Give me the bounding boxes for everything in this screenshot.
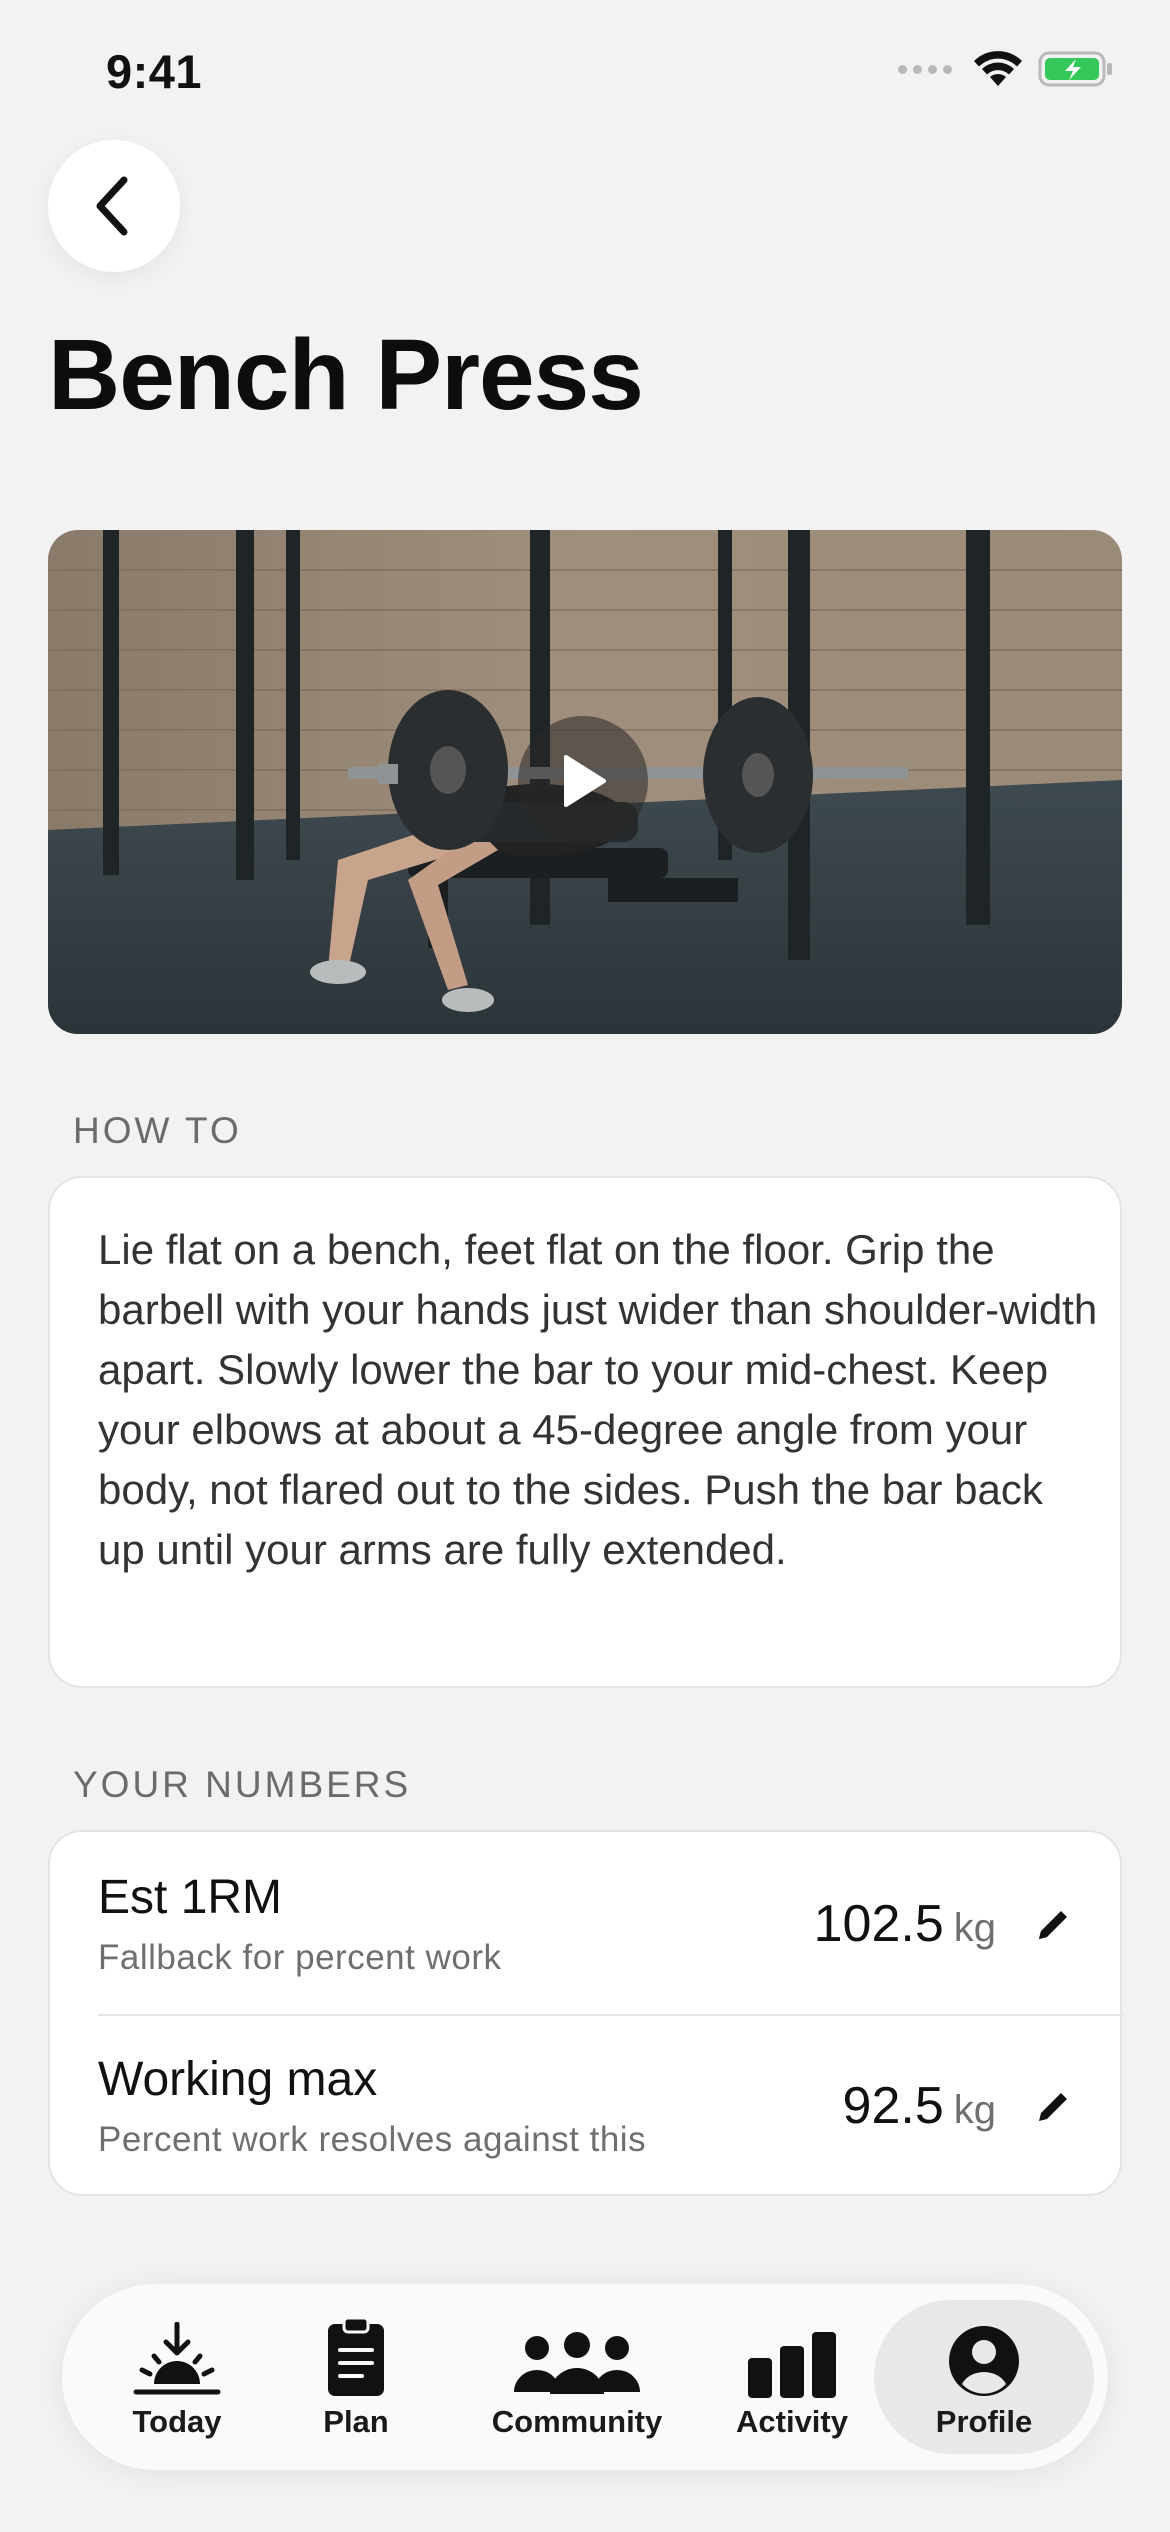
wifi-icon <box>974 51 1022 86</box>
number-row-est-1rm[interactable]: Est 1RM Fallback for percent work 102.5 … <box>50 1832 1124 2016</box>
tab-label: Today <box>132 2404 222 2439</box>
pencil-icon <box>1039 2093 1067 2121</box>
people-icon <box>512 2314 642 2398</box>
how-to-text: Lie flat on a bench, feet flat on the fl… <box>98 1226 1098 1573</box>
bar-chart-icon <box>748 2314 836 2398</box>
chevron-left-icon <box>96 176 128 236</box>
tab-label: Community <box>491 2404 663 2439</box>
number-value: 92.5 kg <box>843 2076 996 2136</box>
tab-today[interactable]: Today <box>102 2300 252 2454</box>
number-value: 102.5 kg <box>814 1894 996 1954</box>
play-button[interactable] <box>518 716 648 846</box>
number-title: Est 1RM <box>98 1871 283 1924</box>
tab-label: Activity <box>736 2404 848 2439</box>
status-bar: 9:41 <box>0 0 1170 150</box>
edit-working-max-button[interactable] <box>1028 2082 1078 2132</box>
clipboard-icon <box>326 2314 386 2398</box>
tab-activity[interactable]: Activity <box>722 2300 862 2454</box>
tab-plan[interactable]: Plan <box>296 2300 416 2454</box>
number-row-working-max[interactable]: Working max Percent work resolves agains… <box>50 2014 1124 2196</box>
back-button[interactable] <box>48 140 180 272</box>
number-value-unit: kg <box>953 2088 996 2132</box>
signal-icon <box>898 64 952 74</box>
tab-community[interactable]: Community <box>482 2300 672 2454</box>
page-title: Bench Press <box>48 319 644 431</box>
tab-profile[interactable]: Profile <box>874 2300 1094 2454</box>
status-icons <box>898 50 1114 88</box>
tab-bar: Today Plan Community Activity Profile <box>62 2284 1108 2470</box>
battery-charging-icon <box>1038 51 1112 87</box>
how-to-section-label: HOW TO <box>73 1110 242 1151</box>
play-icon <box>564 755 606 807</box>
number-value-amount: 102.5 <box>813 1895 944 1953</box>
edit-est-1rm-button[interactable] <box>1028 1900 1078 1950</box>
your-numbers-card: Est 1RM Fallback for percent work 102.5 … <box>48 1830 1124 2196</box>
exercise-video[interactable] <box>48 530 1122 1034</box>
number-subtitle: Fallback for percent work <box>98 1938 502 1977</box>
number-subtitle: Percent work resolves against this <box>98 2120 647 2159</box>
tab-label: Profile <box>935 2404 1033 2439</box>
status-time: 9:41 <box>106 45 203 98</box>
number-title: Working max <box>98 2053 378 2106</box>
number-value-unit: kg <box>953 1906 996 1950</box>
how-to-card: Lie flat on a bench, feet flat on the fl… <box>48 1176 1122 1688</box>
your-numbers-section-label: YOUR NUMBERS <box>73 1764 412 1805</box>
pencil-icon <box>1039 1911 1067 1939</box>
number-value-amount: 92.5 <box>842 2077 944 2135</box>
tab-label: Plan <box>323 2404 389 2439</box>
sunrise-icon <box>132 2314 222 2398</box>
person-circle-icon <box>947 2314 1021 2398</box>
